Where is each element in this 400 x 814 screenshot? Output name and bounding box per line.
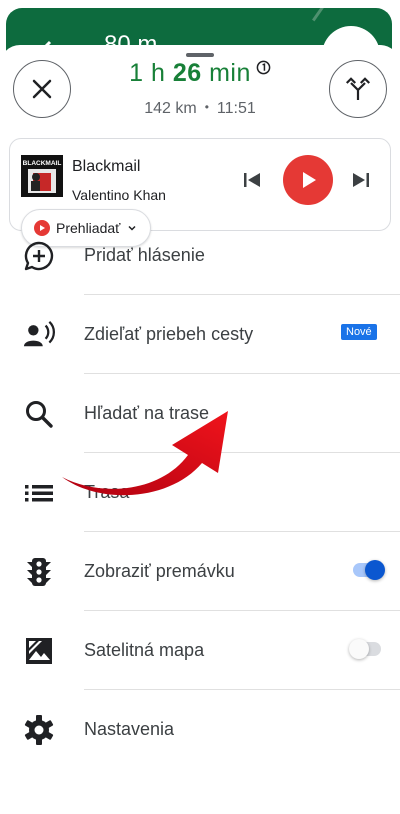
list-icon: [23, 477, 55, 509]
album-art: BLACKMAIL: [21, 155, 63, 197]
svg-text:BLACKMAIL: BLACKMAIL: [23, 160, 62, 167]
menu-item-add-report[interactable]: Pridať hlásenie: [0, 216, 400, 295]
track-title: Blackmail: [72, 158, 141, 175]
arrival-time: 11:51: [216, 100, 256, 117]
toggle-knob: [349, 639, 369, 659]
fork-route-icon: [345, 77, 371, 100]
traffic-toggle[interactable]: [353, 560, 385, 580]
menu-item-satellite-map[interactable]: Satelitná mapa: [0, 611, 400, 690]
menu-item-label: Pridať hlásenie: [84, 245, 205, 265]
play-button[interactable]: [283, 155, 333, 205]
trip-distance: 142 km: [144, 100, 197, 117]
menu-item-settings[interactable]: Nastavenia: [0, 690, 400, 769]
menu-item-share-trip[interactable]: Zdieľať priebeh cesty Nové: [0, 295, 400, 374]
menu-item-label: Trasa: [84, 482, 130, 502]
share-location-person-icon: [23, 319, 55, 351]
menu-item-label: Zdieľať priebeh cesty: [84, 324, 254, 344]
drag-handle[interactable]: [186, 53, 214, 57]
menu-item-label: Satelitná mapa: [84, 640, 205, 660]
search-icon: [23, 398, 55, 430]
navigation-menu: Pridať hlásenie Zdieľať priebeh cesty No…: [0, 216, 400, 769]
track-artist: Valentino Khan: [72, 187, 166, 203]
alternate-routes-button[interactable]: [329, 60, 387, 118]
menu-item-label: Nastavenia: [84, 719, 175, 739]
separator-dot: •: [204, 100, 209, 114]
play-icon: [303, 172, 316, 188]
menu-item-search-along-route[interactable]: Hľadať na trase: [0, 374, 400, 453]
satellite-image-icon: [23, 635, 55, 667]
traffic-light-icon: [23, 556, 55, 588]
menu-item-label: Hľadať na trase: [84, 403, 210, 423]
next-track-icon[interactable]: [350, 169, 372, 191]
previous-track-icon[interactable]: [241, 169, 263, 191]
menu-item-route[interactable]: Trasa: [0, 453, 400, 532]
eta-duration: 1 h 26 min: [129, 59, 251, 87]
menu-item-label: Zobraziť premávku: [84, 561, 235, 581]
satellite-toggle[interactable]: [349, 639, 381, 659]
toggle-knob: [365, 560, 385, 580]
eco-route-icon: [256, 60, 271, 75]
menu-item-show-traffic[interactable]: Zobraziť premávku: [0, 532, 400, 611]
add-comment-icon: [23, 240, 55, 272]
new-badge: Nové: [341, 324, 377, 340]
gear-icon: [23, 714, 55, 746]
